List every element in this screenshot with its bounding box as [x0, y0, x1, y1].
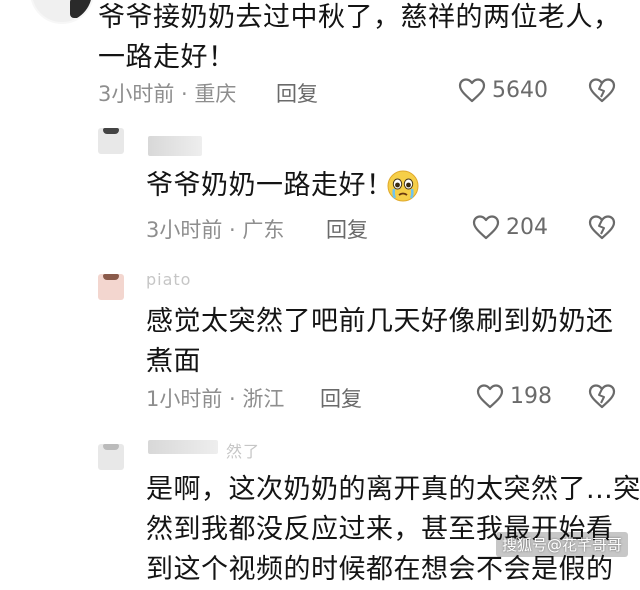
meta-separator: · [222, 218, 243, 242]
comment-text: 是啊，这次奶奶的离开真的太突然了...突 然到我都没反应过来，甚至我最开始看 到… [146, 470, 640, 590]
avatar[interactable] [98, 274, 124, 300]
like-count: 204 [506, 215, 548, 240]
avatar[interactable] [30, 0, 94, 24]
comment-location: 广东 [242, 218, 285, 242]
meta-separator: · [174, 82, 195, 106]
comment-time: 3小时前 [146, 218, 223, 242]
comment-time: 3小时前 [98, 82, 175, 106]
like-count: 5640 [492, 78, 548, 103]
broken-heart-icon[interactable] [588, 77, 616, 103]
reply-button[interactable]: 回复 [326, 214, 368, 244]
broken-heart-icon[interactable] [588, 214, 616, 240]
comment-line: 爷爷奶奶一路走好！ [146, 170, 394, 201]
avatar[interactable] [98, 128, 124, 154]
comment-line: 感觉太突然了吧前几天好像刷到奶奶还 [146, 306, 614, 337]
comment-line: 一路走好！ [98, 42, 236, 73]
username-bar[interactable] [148, 440, 218, 454]
reply-button[interactable]: 回复 [320, 383, 362, 413]
comment-meta: 1小时前 · 浙江 [146, 383, 284, 413]
comment-time: 1小时前 [146, 387, 223, 411]
heart-outline-icon[interactable] [472, 214, 500, 240]
heart-outline-icon[interactable] [476, 383, 504, 409]
heart-outline-icon[interactable] [458, 77, 486, 103]
avatar[interactable] [98, 444, 124, 470]
username[interactable]: 然了 [226, 438, 260, 462]
comment-location: 重庆 [194, 82, 237, 106]
meta-separator: · [222, 387, 243, 411]
watermark: 搜狐号@花芊哥哥 [495, 532, 628, 557]
comment-line: 是啊，这次奶奶的离开真的太突然了...突 [146, 474, 640, 505]
comment-location: 浙江 [242, 387, 285, 411]
comment-line: 爷爷接奶奶去过中秋了，慈祥的两位老人， [98, 2, 621, 33]
comment-text: 爷爷奶奶一路走好！ [146, 166, 394, 206]
username[interactable] [148, 136, 202, 156]
comment-meta: 3小时前 · 重庆 [98, 78, 236, 108]
broken-heart-icon[interactable] [588, 383, 616, 409]
reply-button[interactable]: 回复 [276, 78, 318, 108]
comment-line: 煮面 [146, 346, 201, 377]
like-count: 198 [510, 384, 552, 409]
username[interactable]: piato [146, 270, 191, 289]
comment-meta: 3小时前 · 广东 [146, 214, 284, 244]
comment-text: 爷爷接奶奶去过中秋了，慈祥的两位老人， 一路走好！ [98, 0, 621, 78]
crying-face-emoji [387, 170, 419, 202]
comment-text: 感觉太突然了吧前几天好像刷到奶奶还 煮面 [146, 302, 614, 382]
